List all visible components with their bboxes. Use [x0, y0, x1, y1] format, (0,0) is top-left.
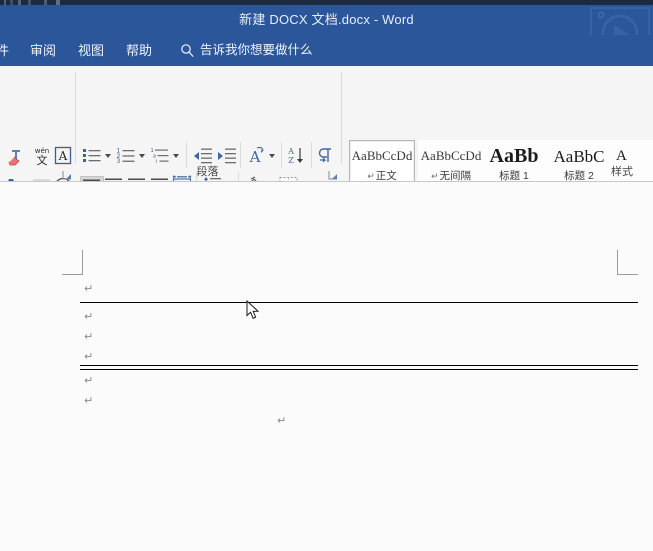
style-pilcrow-icon: ↵ — [367, 171, 375, 181]
paragraph-mark: ↵ — [84, 283, 93, 294]
styles-group-label: 样式 — [600, 164, 644, 180]
pilcrow-icon[interactable] — [317, 146, 335, 165]
tab-review[interactable]: 审阅 — [30, 35, 56, 66]
title-bar: 新建 DOCX 文档.docx - Word — [0, 5, 653, 35]
style-no-spacing-name: ↵无间隔 — [419, 169, 483, 183]
asian-layout-icon[interactable]: A — [246, 145, 267, 165]
asian-layout-caret-icon[interactable] — [269, 154, 276, 158]
style-heading-1-name: 标题 1 — [482, 169, 546, 183]
paragraph-mark: ↵ — [84, 395, 93, 406]
horizontal-rule-single — [80, 302, 638, 303]
style-normal-preview: AaBbCcDd — [350, 141, 414, 169]
paragraph-mark: ↵ — [84, 311, 93, 322]
decrease-indent-icon[interactable] — [193, 146, 213, 165]
multilevel-list-icon[interactable]: 1 a i — [150, 146, 171, 165]
search-icon — [180, 43, 195, 58]
ribbon: wén 文 A A — [0, 66, 653, 183]
group-separator — [75, 72, 76, 164]
paragraph-mark: ↵ — [84, 331, 93, 342]
ribbon-tab-strip: 件 审阅 视图 帮助 告诉我你想要做什么 — [0, 35, 653, 66]
bullet-list-icon[interactable] — [82, 146, 102, 165]
document-work-area[interactable]: ↵ ↵ ↵ ↵ ↵ ↵ ↵ — [0, 182, 653, 551]
numbered-list-caret-icon[interactable] — [139, 154, 146, 158]
style-heading-1-preview: AaBb — [482, 141, 546, 169]
style-no-spacing-preview: AaBbCcDd — [419, 141, 483, 169]
group-separator-2 — [341, 72, 342, 164]
document-body[interactable]: ↵ ↵ ↵ ↵ ↵ ↵ ↵ — [0, 182, 653, 551]
character-border-icon[interactable]: A — [53, 146, 73, 165]
bullet-list-caret-icon[interactable] — [105, 154, 112, 158]
horizontal-rule-double — [80, 365, 638, 370]
window-title: 新建 DOCX 文档.docx - Word — [0, 5, 653, 35]
tab-cut-left[interactable]: 件 — [0, 35, 9, 66]
paragraph-mark: ↵ — [84, 375, 93, 386]
style-normal-name: ↵正文 — [350, 169, 414, 183]
svg-text:文: 文 — [37, 153, 48, 166]
numbered-list-icon[interactable]: 1 2 3 — [116, 146, 136, 165]
svg-text:A: A — [58, 149, 68, 163]
increase-indent-icon[interactable] — [217, 146, 237, 165]
style-pilcrow-icon: ↵ — [431, 171, 439, 181]
paragraph-group-label: 段落 — [80, 164, 335, 180]
tab-view[interactable]: 视图 — [78, 35, 104, 66]
margin-corner-top-left-icon — [62, 250, 88, 276]
sort-az-icon[interactable]: A Z — [287, 145, 307, 165]
clear-formatting-icon[interactable] — [6, 146, 28, 166]
document-page[interactable]: ↵ ↵ ↵ ↵ ↵ ↵ ↵ — [0, 182, 653, 551]
word-window: 新建 DOCX 文档.docx - Word 件 审阅 视图 帮助 告诉我你想要… — [0, 0, 653, 551]
svg-text:A: A — [249, 148, 261, 165]
tab-help[interactable]: 帮助 — [126, 35, 152, 66]
multilevel-list-caret-icon[interactable] — [173, 154, 180, 158]
margin-corner-top-right-icon — [612, 250, 638, 276]
svg-text:A: A — [287, 147, 294, 156]
paragraph-mark: ↵ — [84, 351, 93, 362]
paragraph-dialog-launcher-icon[interactable] — [328, 168, 339, 179]
font-dialog-launcher-icon[interactable] — [62, 168, 73, 179]
tell-me-placeholder: 告诉我你想要做什么 — [200, 35, 313, 66]
paragraph-mark: ↵ — [277, 415, 286, 426]
phonetic-guide-icon[interactable]: wén 文 — [31, 145, 53, 166]
